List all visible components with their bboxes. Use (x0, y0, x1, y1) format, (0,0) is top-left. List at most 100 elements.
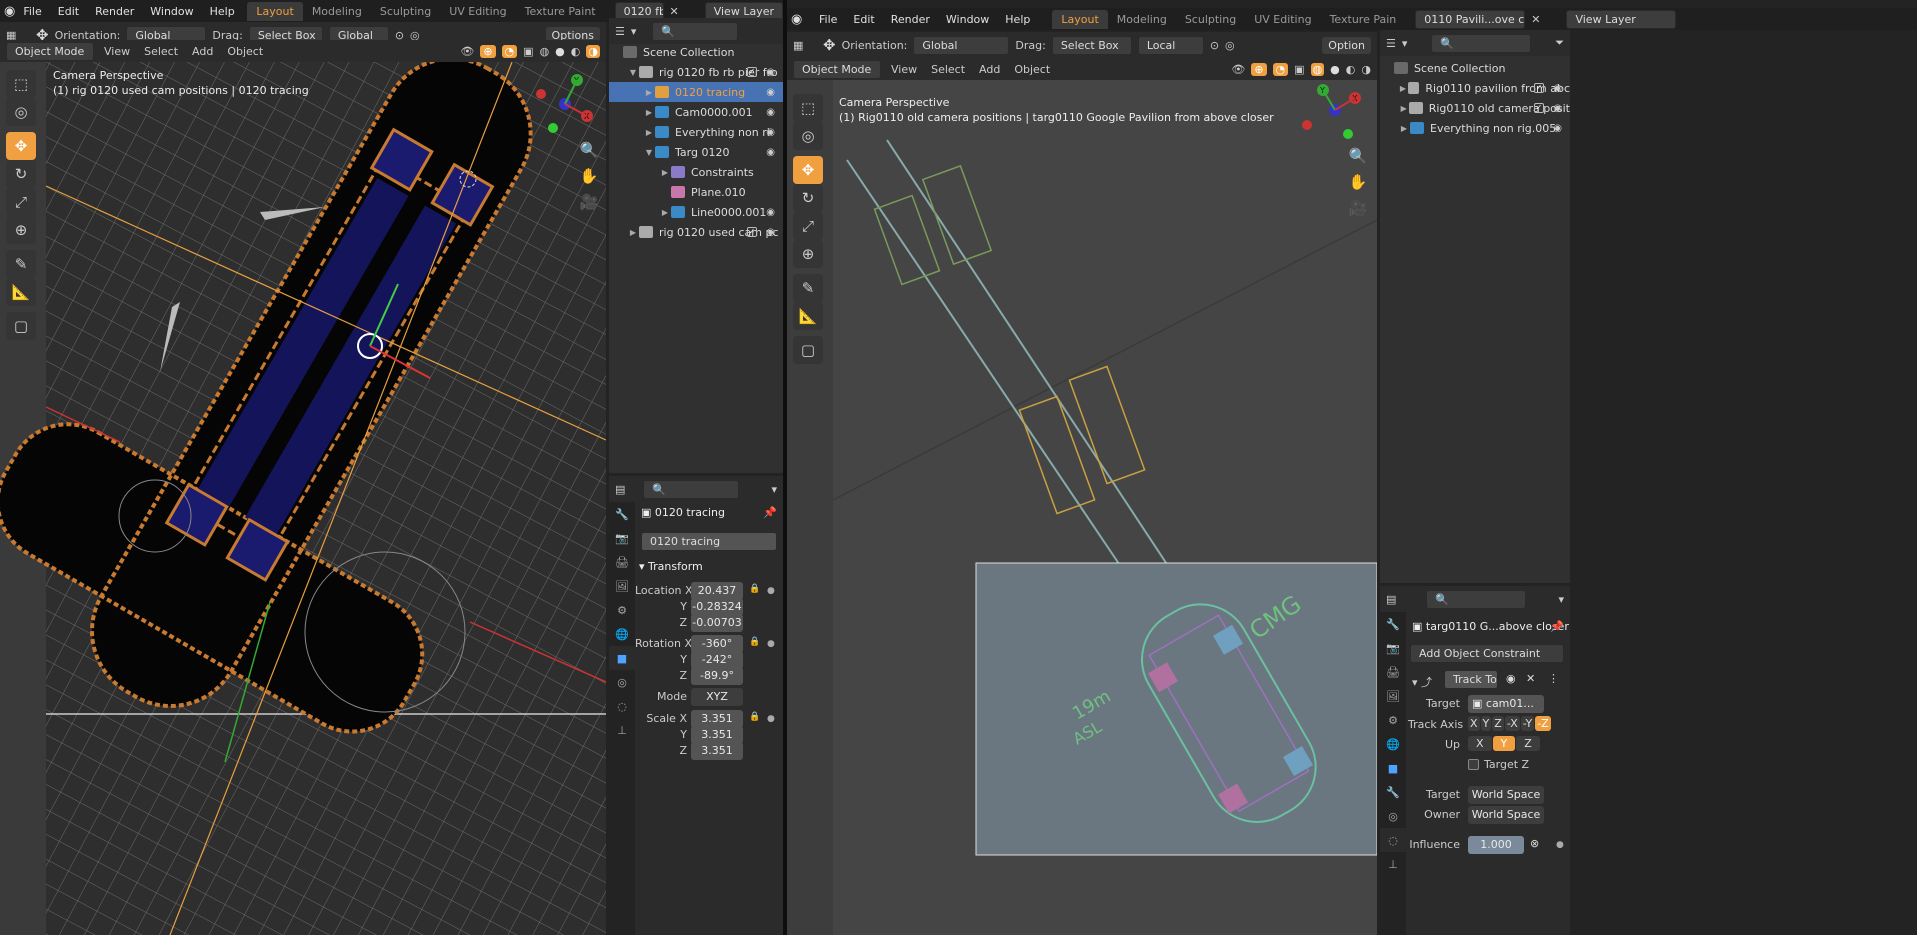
menu-help[interactable]: Help (997, 13, 1038, 26)
collapse-icon[interactable]: ▼ (643, 148, 655, 157)
wireframe-shading-icon[interactable]: ◍ (540, 45, 550, 58)
enable-checkbox[interactable]: ✓ (747, 227, 757, 237)
render-tab-icon[interactable]: 📷 (1380, 636, 1406, 660)
move-tool[interactable]: ✥ (6, 132, 36, 160)
outliner-filter-icon[interactable]: ▾ (631, 25, 637, 38)
select-box-tool[interactable]: ⬚ (6, 70, 36, 98)
outliner-search-input[interactable]: 🔍 (1431, 33, 1532, 53)
output-tab-icon[interactable]: 🖨 (1380, 660, 1406, 684)
pan-hand-icon[interactable]: ✋ (1343, 168, 1373, 196)
tool-tab-icon[interactable]: 🔧 (1380, 612, 1406, 636)
outliner-item[interactable]: ▶ rig 0120 used cam pc ✓ ◉ (609, 222, 783, 242)
right-3d-viewport[interactable]: CMG 19m ASL Camera Perspective (1) Rig01… (787, 80, 1377, 935)
solid-shading-icon[interactable]: ● (555, 45, 565, 58)
rendered-shading-icon[interactable]: ◑ (586, 44, 600, 58)
proportional-icon[interactable]: ◎ (1225, 39, 1235, 52)
physics-tab-icon[interactable]: ◎ (1380, 804, 1406, 828)
scene-tab-icon[interactable]: ⚙ (1380, 708, 1406, 732)
cursor-tool[interactable]: ◎ (6, 98, 36, 126)
constraint-menu-icon[interactable]: ⋮ (1548, 672, 1559, 685)
eye-icon[interactable]: ◉ (766, 227, 775, 238)
outliner-item[interactable]: ▶ 0120 tracing ◉ (609, 82, 783, 102)
expand-icon[interactable]: ▶ (643, 88, 655, 97)
eye-icon[interactable]: ◉ (766, 67, 775, 78)
menu-add[interactable]: Add (188, 45, 217, 58)
physics-tab-icon[interactable]: ◎ (609, 670, 635, 694)
properties-search-input[interactable]: 🔍 (643, 479, 740, 499)
menu-edit[interactable]: Edit (845, 13, 882, 26)
rotate-tool[interactable]: ↻ (793, 184, 823, 212)
funnel-filter-icon[interactable]: ⏷ (1555, 36, 1564, 50)
outliner-item[interactable]: ▼ rig 0120 fb rb pier fro ✓ ◉ (609, 62, 783, 82)
menu-select[interactable]: Select (927, 63, 969, 76)
outliner-item[interactable]: ▼ Targ 0120 ◉ (609, 142, 783, 162)
close-scene-icon[interactable]: ✕ (1531, 13, 1540, 26)
menu-window[interactable]: Window (938, 13, 997, 26)
keyframe-dot-icon[interactable]: ● (1556, 840, 1564, 850)
pan-hand-icon[interactable]: ✋ (574, 162, 604, 190)
rendered-shading-icon[interactable]: ◑ (1361, 63, 1371, 76)
eye-icon[interactable]: ◉ (1553, 123, 1562, 134)
collapse-icon[interactable]: ▼ (627, 68, 639, 77)
tab-layout[interactable]: Layout (1052, 9, 1108, 29)
track-axis-neg-x[interactable]: -X (1504, 716, 1520, 731)
outliner-item[interactable]: Plane.010 (609, 182, 783, 202)
outliner-search-input[interactable]: 🔍 (652, 21, 739, 41)
enable-checkbox[interactable]: ✓ (1534, 83, 1544, 93)
outliner-editor-icon[interactable]: ☰ (615, 25, 625, 38)
enable-checkbox[interactable]: ✓ (1534, 103, 1544, 113)
menu-view[interactable]: View (100, 45, 134, 58)
eye-icon[interactable]: ◉ (766, 127, 775, 138)
xray-icon[interactable]: ▣ (523, 45, 533, 58)
influence-slider[interactable]: 1.000 (1468, 836, 1524, 854)
outliner-item[interactable]: Scene Collection (1380, 58, 1570, 78)
constraint-name-field[interactable]: Track To (1444, 670, 1498, 689)
dropdown-icon[interactable]: ▾ (1558, 593, 1564, 606)
up-axis-x[interactable]: X (1468, 736, 1492, 751)
tab-sculpting[interactable]: Sculpting (1176, 10, 1245, 29)
menu-view[interactable]: View (887, 63, 921, 76)
owner-space-dropdown[interactable]: World Space (1468, 806, 1544, 824)
lock-icon[interactable]: 🔒 (749, 712, 760, 722)
render-tab-icon[interactable]: 📷 (609, 526, 635, 550)
transform-tool[interactable]: ⊕ (6, 216, 36, 244)
menu-object[interactable]: Object (1010, 63, 1054, 76)
eye-icon[interactable]: ◉ (766, 207, 775, 218)
tab-layout[interactable]: Layout (247, 1, 303, 21)
keyframe-dot-icon[interactable]: ● (767, 639, 775, 649)
expand-icon[interactable]: ▶ (1398, 104, 1409, 113)
tab-uv-editing[interactable]: UV Editing (1245, 10, 1320, 29)
lock-icon[interactable]: 🔒 (749, 584, 760, 594)
camera-view-icon[interactable]: 🎥 (1343, 194, 1373, 222)
menu-edit[interactable]: Edit (50, 5, 87, 18)
orientation-dropdown[interactable]: Global (913, 35, 1010, 55)
overlay-icon[interactable]: ◔ (1272, 62, 1289, 76)
annotate-tool[interactable]: ✎ (793, 274, 823, 302)
tab-modeling[interactable]: Modeling (303, 2, 371, 21)
tab-texture-paint[interactable]: Texture Pain (1321, 10, 1406, 29)
constraints-tab-icon[interactable]: ◌ (609, 694, 635, 718)
outliner-item[interactable]: ▶ Cam0000.001 ◉ (609, 102, 783, 122)
scale-z-field[interactable]: 3.351 (691, 742, 743, 760)
transform-tool[interactable]: ⊕ (793, 240, 823, 268)
measure-tool[interactable]: 📐 (6, 278, 36, 306)
expand-icon[interactable]: ▶ (1398, 124, 1410, 133)
outliner-filter-icon[interactable]: ▾ (1402, 37, 1408, 50)
expand-icon[interactable]: ▶ (643, 108, 655, 117)
dropdown-icon[interactable]: ▾ (771, 483, 777, 496)
menu-object[interactable]: Object (223, 45, 267, 58)
camera-view-icon[interactable]: 🎥 (574, 188, 604, 216)
eye-icon[interactable]: ◉ (766, 147, 775, 158)
menu-add[interactable]: Add (975, 63, 1004, 76)
zoom-icon[interactable]: 🔍 (574, 136, 604, 164)
outliner-item[interactable]: ▶ Constraints (609, 162, 783, 182)
scene-selector[interactable]: 0110 Pavili...ove closer (1415, 9, 1526, 29)
eye-icon[interactable]: ◉ (766, 107, 775, 118)
world-tab-icon[interactable]: 🌐 (1380, 732, 1406, 756)
location-z-field[interactable]: -0.00703 (691, 614, 743, 632)
drag-dropdown[interactable]: Select Box (1051, 35, 1132, 55)
blender-logo-icon[interactable]: ◉ (791, 12, 811, 27)
enable-checkbox[interactable]: ✓ (747, 67, 757, 77)
overlay-icon[interactable]: ◔ (501, 44, 518, 58)
outliner-item[interactable]: ▶ Everything non rig.005 ◉ (1380, 118, 1570, 138)
